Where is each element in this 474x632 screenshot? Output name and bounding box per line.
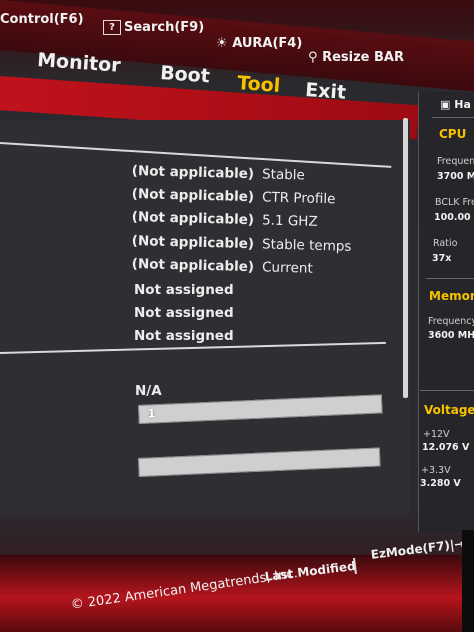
bclk-label: BCLK Fre [435,197,474,208]
bios-screen: Control(F6) ? Search(F9) ☀ AURA(F4) ⚲ Res… [0,0,474,632]
setting-value: CTR Profile [261,189,336,208]
setting-value: Stable temps [261,236,352,255]
bclk-value: 100.00 M [434,212,474,223]
control-hotkey-label: Control(F6) [0,12,84,27]
v12-label: +12V [423,429,450,440]
mem-freq-label: Frequency [428,316,474,327]
aura-light-icon: ☀ [216,36,228,51]
setting-value: Stable [261,166,306,184]
aura-hotkey-label: AURA(F4) [232,36,303,51]
ratio-value: 37x [432,253,452,264]
setting-label: (Not applicable) [131,163,255,183]
monitor-screen-icon: ▣ [440,98,451,111]
setting-value: 5.1 GHZ [261,212,318,230]
question-box-icon: ? [103,20,121,35]
hw-separator [420,390,474,391]
resize-bar-label: Resize BAR [322,50,404,65]
memory-heading: Memory [429,289,474,303]
hw-monitor-title-text: Ha [454,98,471,111]
setting-label: (Not applicable) [131,186,255,206]
v33-label: +3.3V [421,465,451,476]
setting-label: (Not applicable) [131,233,255,253]
aura-hotkey[interactable]: ☀ AURA(F4) [216,36,302,51]
hw-monitor-title: ▣ Ha [440,98,471,111]
cpu-freq-value: 3700 MH [437,171,474,182]
resize-bar-hotkey[interactable]: ⚲ Resize BAR [308,50,404,65]
cpu-freq-label: Frequen [437,156,474,167]
tab-boot[interactable]: Boot [159,62,210,87]
profile-status: N/A [135,383,162,399]
setting-label: Not assigned [134,282,234,298]
setting-value: Current [261,259,313,277]
voltage-heading: Voltage [424,403,474,417]
v33-value: 3.280 V [420,478,461,489]
cpu-heading: CPU [439,127,467,141]
v12-value: 12.076 V [422,442,470,453]
control-hotkey[interactable]: Control(F6) [0,12,84,27]
hw-separator [426,278,474,279]
search-hotkey[interactable]: ? Search(F9) [103,20,204,35]
setting-row-8[interactable]: Not assigned [134,328,234,344]
monitor-bezel [462,530,474,632]
settings-scrollbar[interactable] [403,118,408,398]
footer-bar [0,555,474,632]
hw-separator [432,117,474,118]
tab-monitor[interactable]: Monitor [36,49,121,77]
setting-row-7[interactable]: Not assigned [134,305,234,321]
mem-freq-value: 3600 MHz [428,330,474,341]
ratio-label: Ratio [433,238,458,249]
setting-label: (Not applicable) [131,209,255,229]
setting-label: Not assigned [134,328,234,344]
setting-label: (Not applicable) [131,256,255,276]
setting-label: Not assigned [134,305,234,321]
setting-row-6[interactable]: Not assigned [134,282,234,298]
resize-bar-icon: ⚲ [308,50,318,65]
search-hotkey-label: Search(F9) [124,20,205,35]
